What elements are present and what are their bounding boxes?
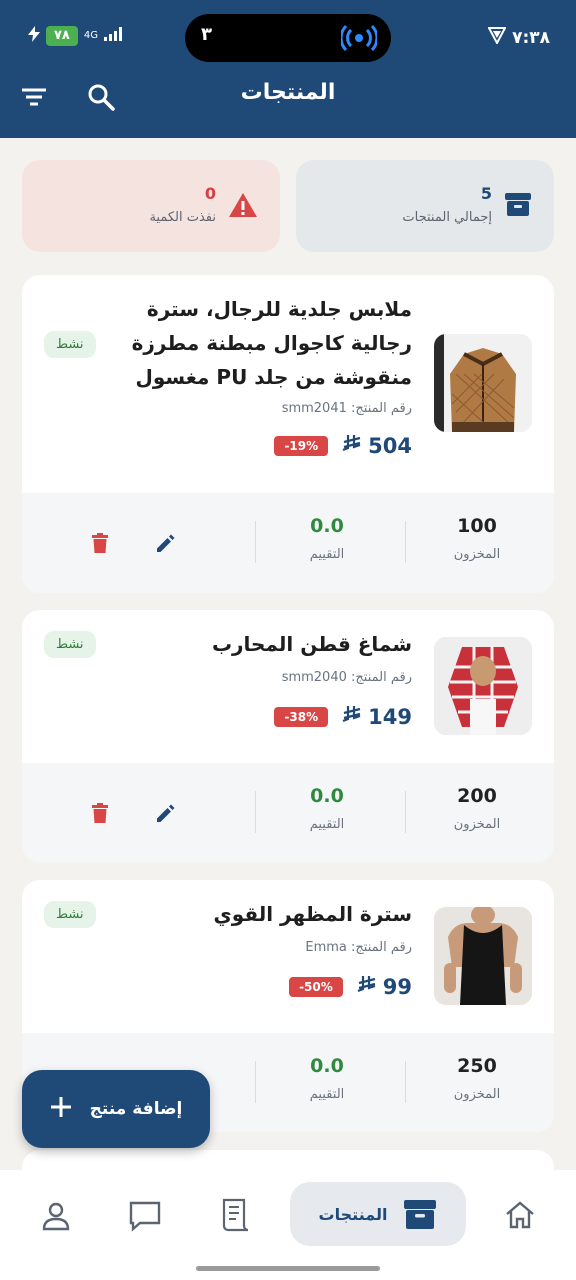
nav-products-label: المنتجات <box>318 1204 388 1224</box>
riyal-icon <box>342 704 362 729</box>
profile-icon[interactable] <box>40 1200 72 1236</box>
stock-stat: 250 المخزون <box>453 1055 501 1102</box>
charging-icon <box>28 26 40 46</box>
divider <box>405 521 406 563</box>
network-type: 4G <box>83 30 98 41</box>
product-code: رقم المنتج: Emma <box>305 940 412 955</box>
divider <box>405 791 406 833</box>
signal-icon <box>104 27 122 45</box>
stock-stat: 100 المخزون <box>453 515 501 562</box>
delete-icon[interactable] <box>88 801 112 829</box>
chat-icon[interactable] <box>128 1200 162 1236</box>
product-stats: 100 المخزون 0.0 التقييم <box>22 493 554 593</box>
dynamic-island: ٣ <box>185 14 391 62</box>
status-badge: نشط <box>44 631 96 658</box>
price-row: 149 -38% <box>274 704 412 729</box>
discount-badge: -19% <box>274 435 329 456</box>
out-of-stock-label: نفذت الكمية <box>149 210 216 225</box>
rating-stat: 0.0 التقييم <box>309 1055 345 1102</box>
rating-stat: 0.0 التقييم <box>309 785 345 832</box>
battery-level: ٧٨ <box>46 26 78 46</box>
rating-stat: 0.0 التقييم <box>309 515 345 562</box>
clock: ٧:٣٨ <box>512 27 550 48</box>
product-price: 149 <box>342 704 412 729</box>
home-icon[interactable] <box>504 1200 536 1234</box>
status-badge: نشط <box>44 901 96 928</box>
app-header: ٧٨ 4G ٣ ٧:٣٨ المنتجات <box>0 0 576 138</box>
home-indicator <box>196 1266 380 1271</box>
island-number: ٣ <box>201 24 212 45</box>
warning-icon <box>228 192 258 222</box>
product-card[interactable]: ملابس جلدية للرجال، سترة رجالية كاجوال م… <box>22 275 554 593</box>
total-products-card[interactable]: 5 إجمالي المنتجات <box>296 160 554 252</box>
riyal-icon <box>357 974 377 999</box>
product-title[interactable]: ملابس جلدية للرجال، سترة رجالية كاجوال م… <box>112 292 412 394</box>
price-row: 504 -19% <box>274 433 412 458</box>
product-title[interactable]: شماغ قطن المحارب <box>112 627 412 661</box>
vpn-shield-icon <box>487 26 507 49</box>
divider <box>255 521 256 563</box>
price-row: 99 -50% <box>289 974 412 999</box>
archive-box-icon <box>403 1197 437 1231</box>
riyal-icon <box>342 433 362 458</box>
discount-badge: -38% <box>274 706 329 727</box>
archive-box-icon <box>504 190 532 222</box>
product-title[interactable]: سترة المظهر القوي <box>112 897 412 931</box>
product-code: رقم المنتج: smm2040 <box>281 670 412 685</box>
discount-badge: -50% <box>289 976 343 997</box>
product-image-jacket[interactable] <box>434 334 532 432</box>
divider <box>255 791 256 833</box>
product-image-vest[interactable] <box>434 907 532 1005</box>
bottom-nav: المنتجات <box>0 1170 576 1280</box>
total-products-label: إجمالي المنتجات <box>402 210 492 225</box>
product-price: 99 <box>357 974 412 999</box>
nav-item-products[interactable]: المنتجات <box>290 1182 466 1246</box>
out-of-stock-card[interactable]: 0 نفذت الكمية <box>22 160 280 252</box>
product-image-shemagh[interactable] <box>434 637 532 735</box>
broadcast-icon <box>339 24 379 56</box>
filter-icon[interactable] <box>20 82 48 116</box>
product-price: 504 <box>342 433 412 458</box>
divider <box>405 1061 406 1103</box>
edit-icon[interactable] <box>154 531 178 559</box>
out-of-stock-value: 0 <box>204 184 216 203</box>
search-icon[interactable] <box>86 82 116 116</box>
product-stats: 200 المخزون 0.0 التقييم <box>22 763 554 862</box>
add-product-label: إضافة منتج <box>89 1099 183 1119</box>
edit-icon[interactable] <box>154 801 178 829</box>
total-products-value: 5 <box>480 184 492 203</box>
add-product-button[interactable]: إضافة منتج <box>22 1070 210 1148</box>
delete-icon[interactable] <box>88 531 112 559</box>
status-bar: ٧٨ 4G ٣ ٧:٣٨ <box>0 14 576 62</box>
product-code: رقم المنتج: smm2041 <box>281 401 412 416</box>
stock-stat: 200 المخزون <box>453 785 501 832</box>
product-card[interactable]: شماغ قطن المحارب رقم المنتج: smm2040 149… <box>22 610 554 862</box>
status-badge: نشط <box>44 331 96 358</box>
plus-icon <box>50 1096 72 1123</box>
receipt-icon[interactable] <box>220 1198 250 1236</box>
divider <box>255 1061 256 1103</box>
